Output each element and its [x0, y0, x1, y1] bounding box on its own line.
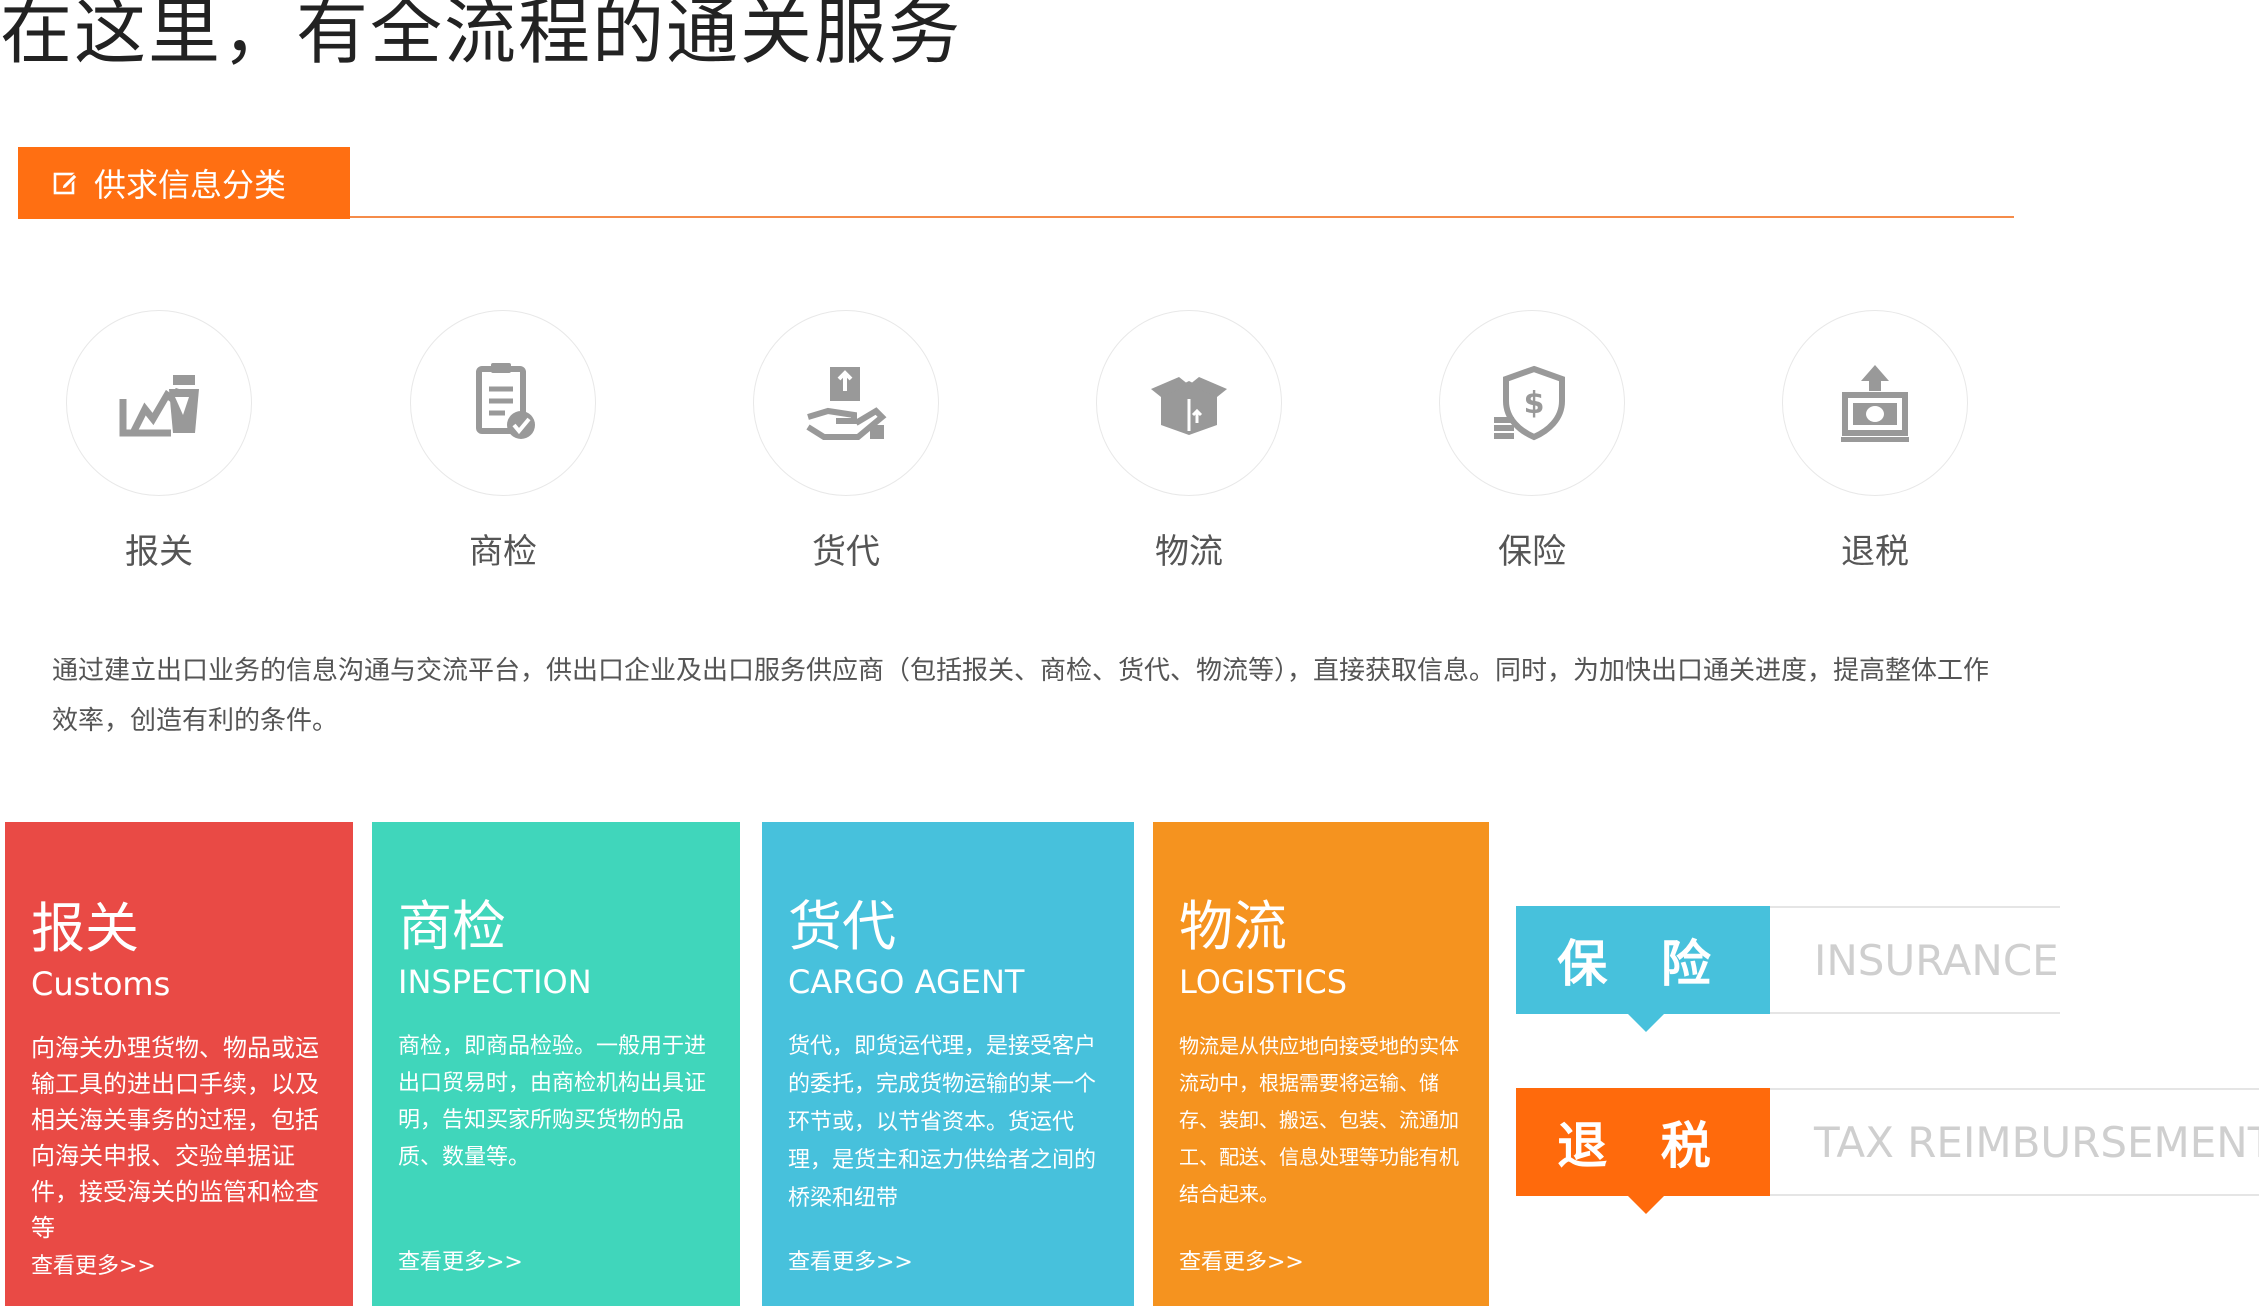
category-cargo[interactable]: 货代	[753, 310, 939, 573]
customs-declaration-icon	[119, 375, 199, 437]
card-inspection[interactable]: 商检 INSPECTION 商检，即商品检验。一般用于进出口贸易时，由商检机构出…	[372, 822, 740, 1306]
view-more-link[interactable]: 查看更多>>	[398, 1244, 523, 1276]
category-icon-circle	[1782, 310, 1968, 496]
category-inspection[interactable]: 商检	[410, 310, 596, 573]
card-cargo-agent[interactable]: 货代 CARGO AGENT 货代，即货运代理，是接受客户的委托，完成货物运输的…	[762, 822, 1134, 1306]
category-icon-circle	[410, 310, 596, 496]
card-subtitle: Customs	[31, 965, 171, 1003]
cargo-hand-icon	[806, 367, 887, 440]
category-customs[interactable]: 报关	[66, 310, 252, 573]
edit-icon	[53, 172, 78, 195]
category-icon-circle	[66, 310, 252, 496]
category-tax-refund[interactable]: 退税	[1782, 310, 1968, 573]
category-label: 报关	[125, 532, 193, 572]
badge-pointer	[1628, 1014, 1664, 1032]
intro-text: 通过建立出口业务的信息沟通与交流平台，供出口企业及出口服务供应商（包括报关、商检…	[52, 656, 1990, 736]
view-more-link[interactable]: 查看更多>>	[31, 1248, 156, 1280]
tax-refund-icon	[1841, 365, 1909, 442]
card-title: 商检	[398, 895, 506, 958]
logistics-box-icon	[1151, 377, 1227, 435]
badge-pointer	[1628, 1196, 1664, 1214]
category-icon-circle	[1096, 310, 1282, 496]
badge-label-block: 保 险	[1516, 906, 1770, 1032]
card-title: 报关	[31, 897, 139, 960]
card-title: 物流	[1179, 895, 1287, 958]
card-logistics[interactable]: 物流 LOGISTICS 物流是从供应地向接受地的实体流动中，根据需要将运输、储…	[1153, 822, 1489, 1306]
card-description: 向海关办理货物、物品或运输工具的进出口手续，以及相关海关事务的过程，包括向海关申…	[31, 1034, 319, 1242]
category-label: 退税	[1841, 532, 1909, 572]
category-label: 商检	[469, 532, 537, 572]
card-customs[interactable]: 报关 Customs 向海关办理货物、物品或运输工具的进出口手续，以及相关海关事…	[5, 822, 353, 1306]
card-description: 货代，即货运代理，是接受客户的委托，完成货物运输的某一个环节或，以节省资本。货运…	[788, 1034, 1097, 1211]
badge-english-label: INSURANCE	[1770, 906, 2060, 1014]
section-tab[interactable]: 供求信息分类	[18, 147, 350, 219]
category-label: 保险	[1498, 532, 1566, 572]
badge-label: 保 险	[1557, 935, 1729, 993]
inspection-clipboard-icon	[476, 363, 535, 439]
card-subtitle: INSPECTION	[398, 963, 592, 1001]
view-more-link[interactable]: 查看更多>>	[1179, 1244, 1304, 1276]
svg-text:$: $	[1524, 386, 1545, 421]
view-more-link[interactable]: 查看更多>>	[788, 1244, 913, 1276]
category-icon-circle: $	[1439, 310, 1625, 496]
page-title: 在这里，有全流程的通关服务	[0, 0, 963, 74]
section-tab-label: 供求信息分类	[94, 166, 287, 204]
tax-reimbursement-badge[interactable]: 退 税 TAX REIMBURSEMENT	[1516, 1088, 2259, 1214]
badge-english-label: TAX REIMBURSEMENT	[1770, 1088, 2259, 1196]
insurance-badge[interactable]: 保 险 INSURANCE	[1516, 906, 2060, 1032]
insurance-shield-icon: $	[1494, 365, 1565, 441]
category-label: 货代	[812, 532, 880, 572]
card-description: 商检，即商品检验。一般用于进出口贸易时，由商检机构出具证明，告知买家所购买货物的…	[398, 1034, 707, 1170]
badge-label-block: 退 税	[1516, 1088, 1770, 1214]
card-subtitle: LOGISTICS	[1179, 963, 1348, 1001]
card-description: 物流是从供应地向接受地的实体流动中，根据需要将运输、储存、装卸、搬运、包装、流通…	[1179, 1034, 1459, 1206]
category-icon-circle	[753, 310, 939, 496]
card-title: 货代	[788, 895, 896, 958]
category-label: 物流	[1155, 532, 1223, 572]
badge-label: 退 税	[1557, 1117, 1729, 1175]
category-logistics[interactable]: 物流	[1096, 310, 1282, 573]
card-subtitle: CARGO AGENT	[788, 963, 1025, 1001]
category-insurance[interactable]: $ 保险	[1439, 310, 1625, 573]
section-divider	[350, 216, 2014, 218]
